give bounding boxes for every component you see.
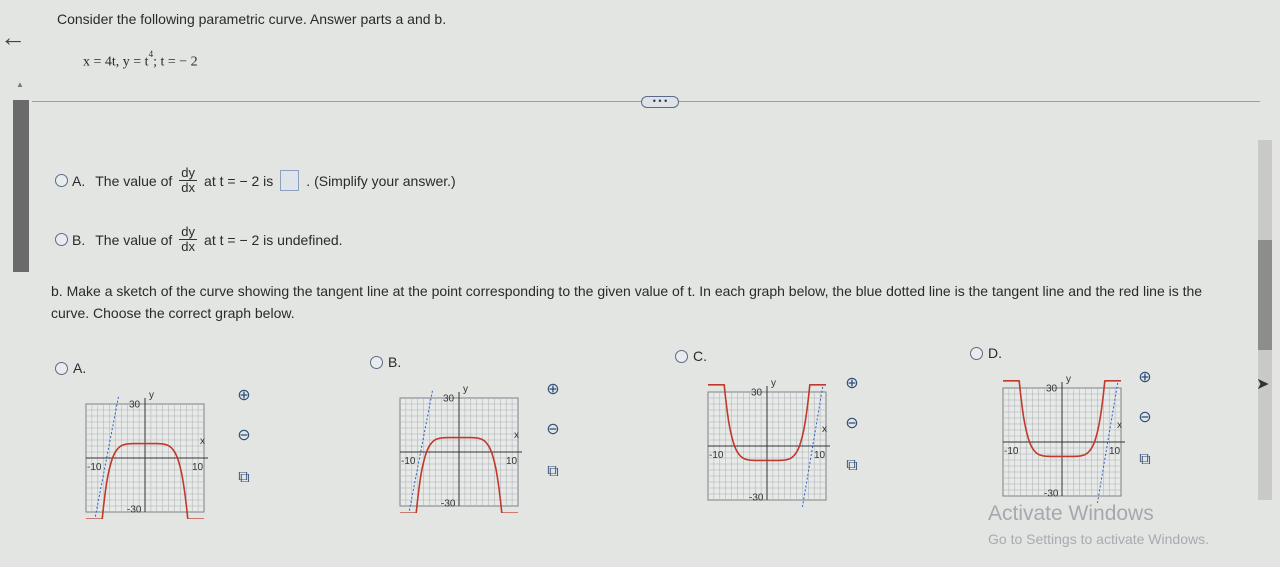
more-button[interactable]: • • • <box>641 96 679 108</box>
zoom-in-icon[interactable]: ⊕ <box>234 386 254 406</box>
y-tick-label-bottom: -30 <box>441 498 456 509</box>
dy-dx-fraction: dy dx <box>179 165 198 195</box>
right-scrollbar-thumb[interactable] <box>1258 240 1272 350</box>
x-axis-label: x <box>514 430 519 441</box>
scroll-up-icon[interactable]: ▲ <box>16 80 24 89</box>
y-tick-label-bottom: -30 <box>127 504 142 515</box>
popout-icon[interactable]: ⧉ <box>234 468 254 488</box>
graph-a-plot: y 30 -30 -10 10 x <box>85 390 208 519</box>
x-tick-label-left: -10 <box>87 462 102 473</box>
left-scrollbar[interactable] <box>13 100 29 272</box>
dy-dx-fraction: dy dx <box>179 224 198 254</box>
y-tick-label-top: 30 <box>751 388 763 399</box>
graph-c[interactable]: y 30 -30 -10 10 x <box>700 372 835 507</box>
graph-d-radio[interactable] <box>970 346 983 360</box>
option-b-prefix: The value of <box>95 231 173 248</box>
graph-b[interactable]: y 30 -30 -10 10 x <box>392 378 527 513</box>
zoom-out-icon[interactable]: ⊖ <box>234 426 254 446</box>
option-b-row[interactable]: B. The value of dy dx at t = − 2 is unde… <box>55 225 343 254</box>
graph-option-d[interactable]: D. <box>970 345 1002 361</box>
popout-icon[interactable]: ⧉ <box>543 462 563 482</box>
option-a-middle: at t = − 2 is <box>204 172 274 189</box>
zoom-out-icon[interactable]: ⊖ <box>1135 408 1155 428</box>
fraction-denominator: dx <box>181 180 196 195</box>
graph-d-letter: D. <box>988 345 1002 361</box>
graph-d-plot: y 30 -30 -10 10 x <box>1002 374 1125 503</box>
answer-input[interactable] <box>280 170 300 191</box>
y-tick-label-top: 30 <box>129 400 141 411</box>
mouse-cursor-icon: ➤ <box>1256 376 1270 393</box>
option-a-letter: A. <box>72 172 86 189</box>
activation-watermark-subtitle: Go to Settings to activate Windows. <box>988 531 1209 547</box>
x-tick-label-left: -10 <box>1004 446 1019 457</box>
zoom-in-icon[interactable]: ⊕ <box>1135 368 1155 388</box>
x-axis-label: x <box>822 424 827 435</box>
graph-c-letter: C. <box>693 348 707 364</box>
y-tick-label-top: 30 <box>1046 384 1058 395</box>
option-a-radio[interactable] <box>55 174 68 187</box>
equation-post: ; t = − 2 <box>153 54 198 70</box>
graph-option-b[interactable]: B. <box>370 354 401 370</box>
popout-icon[interactable]: ⧉ <box>1135 450 1155 470</box>
zoom-in-icon[interactable]: ⊕ <box>543 380 563 400</box>
y-axis-label: y <box>149 390 154 401</box>
option-a-suffix: . (Simplify your answer.) <box>306 172 456 189</box>
x-tick-label-left: -10 <box>401 456 416 467</box>
fraction-numerator: dy <box>179 165 198 181</box>
graph-option-a[interactable]: A. <box>55 360 86 376</box>
option-b-suffix: at t = − 2 is undefined. <box>204 231 343 248</box>
graph-c-radio[interactable] <box>675 349 688 363</box>
x-tick-label-right: 10 <box>814 450 826 461</box>
y-tick-label-top: 30 <box>443 394 455 405</box>
x-axis-label: x <box>1117 420 1122 431</box>
y-tick-label-bottom: -30 <box>1044 488 1059 499</box>
x-axis-label: x <box>200 436 205 447</box>
popout-icon[interactable]: ⧉ <box>842 456 862 476</box>
graph-option-c[interactable]: C. <box>675 348 707 364</box>
graph-b-radio[interactable] <box>370 355 383 369</box>
graph-b-letter: B. <box>388 354 402 370</box>
equation-exponent: 4 <box>148 49 154 59</box>
graph-d[interactable]: y 30 -30 -10 10 x <box>995 368 1130 503</box>
x-tick-label-right: 10 <box>506 456 518 467</box>
option-a-prefix: The value of <box>95 172 173 189</box>
parametric-equation: x = 4t, y = t4; t = − 2 <box>83 49 198 71</box>
equation-pre: x = 4t, y = t <box>83 54 149 70</box>
back-arrow-icon[interactable]: ← <box>0 22 26 53</box>
x-tick-label-right: 10 <box>1109 446 1121 457</box>
option-a-row[interactable]: A. The value of dy dx at t = − 2 is . (S… <box>55 166 456 195</box>
zoom-out-icon[interactable]: ⊖ <box>543 420 563 440</box>
graph-a-radio[interactable] <box>55 361 68 375</box>
y-tick-label-bottom: -30 <box>749 492 764 503</box>
zoom-in-icon[interactable]: ⊕ <box>842 374 862 394</box>
question-prompt: Consider the following parametric curve.… <box>57 11 447 27</box>
activation-watermark: Activate Windows <box>988 502 1154 525</box>
zoom-out-icon[interactable]: ⊖ <box>842 414 862 434</box>
y-axis-label: y <box>771 378 776 389</box>
graph-c-plot: y 30 -30 -10 10 x <box>707 378 830 507</box>
x-tick-label-right: 10 <box>192 462 204 473</box>
graph-a-letter: A. <box>73 360 87 376</box>
fraction-denominator: dx <box>181 239 196 254</box>
graph-b-plot: y 30 -30 -10 10 x <box>399 384 522 513</box>
y-axis-label: y <box>1066 374 1071 385</box>
y-axis-label: y <box>463 384 468 395</box>
option-b-radio[interactable] <box>55 233 68 246</box>
part-b-instructions: b. Make a sketch of the curve showing th… <box>51 283 1203 321</box>
graph-a[interactable]: y 30 -30 -10 10 x <box>78 384 213 519</box>
fraction-numerator: dy <box>179 224 198 240</box>
option-b-letter: B. <box>72 231 86 248</box>
x-tick-label-left: -10 <box>709 450 724 461</box>
